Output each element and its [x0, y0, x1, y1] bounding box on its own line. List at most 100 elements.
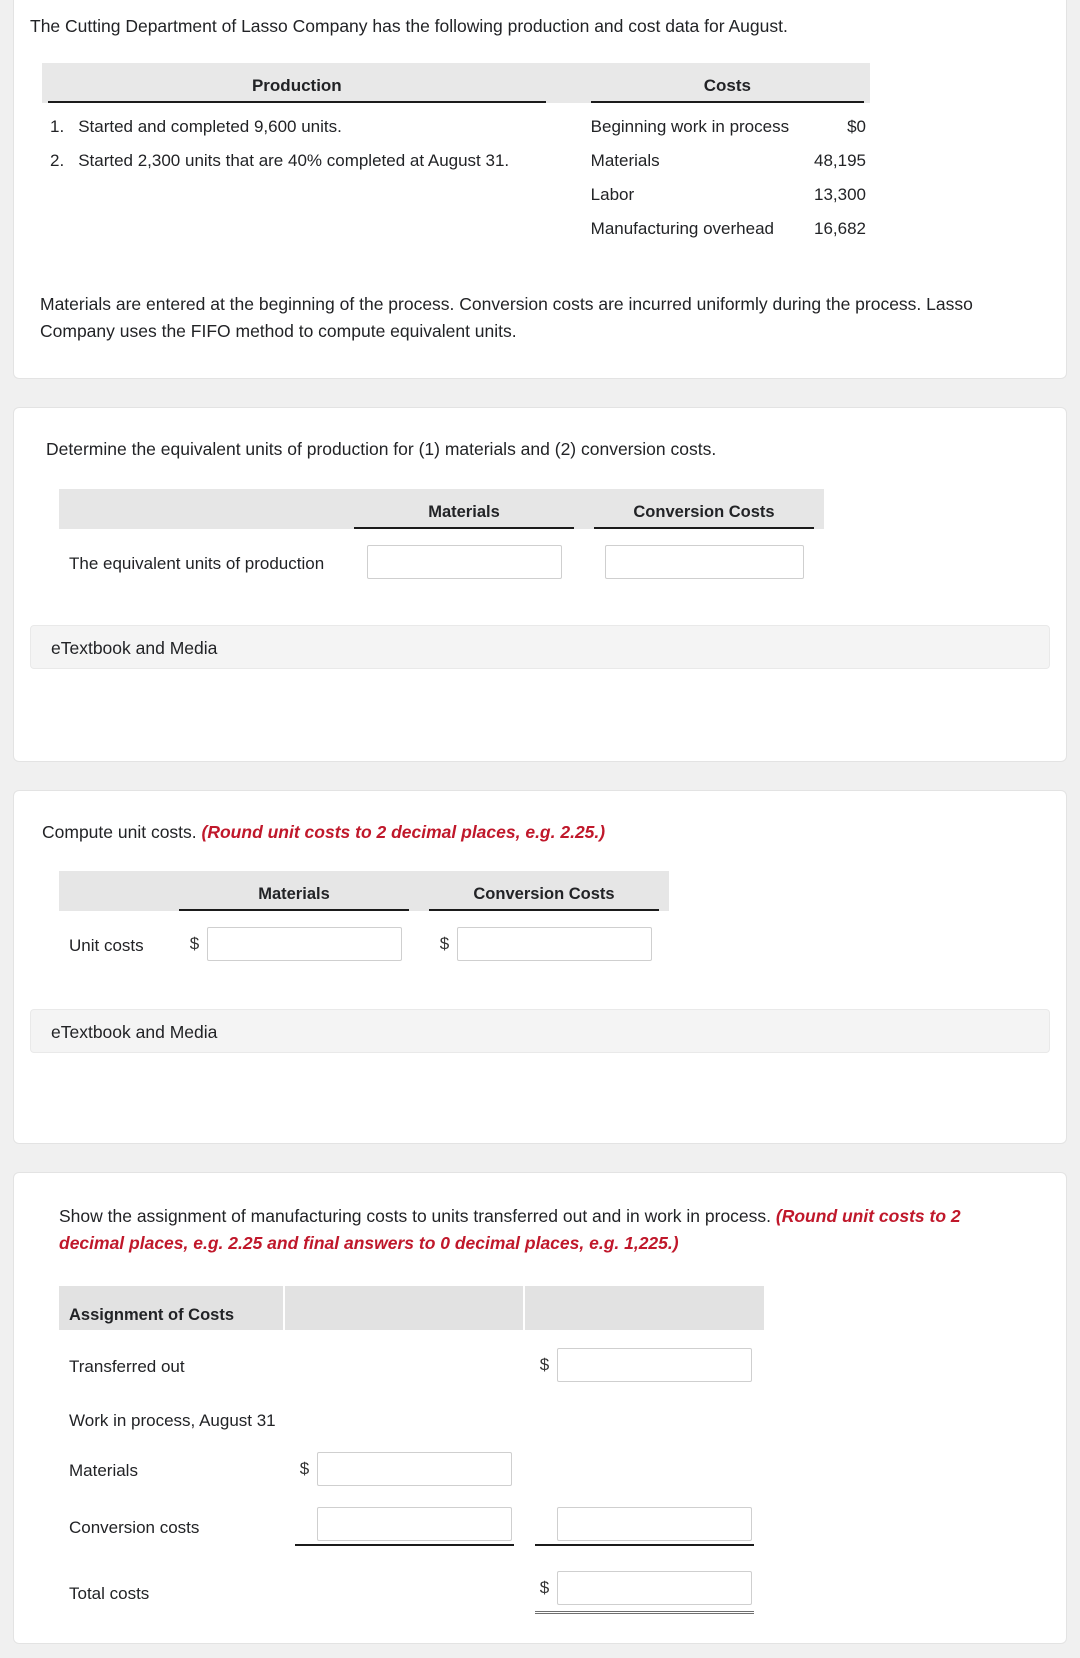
part2-header-row: Materials Conversion Costs — [59, 871, 669, 912]
part3-prompt-text: Show the assignment of manufacturing cos… — [59, 1206, 776, 1227]
wip-header-label: Work in process, August 31 — [69, 1410, 276, 1430]
production-cost-table: Production Costs 1. Started and complete… — [42, 63, 870, 239]
part2-etextbook-button[interactable]: eTextbook and Media — [30, 1009, 1050, 1054]
part3-card: Show the assignment of manufacturing cos… — [13, 1172, 1067, 1644]
wip-materials-label: Materials — [69, 1460, 138, 1480]
wip-materials-row: Materials $ — [59, 1432, 764, 1487]
assignment-of-costs-table: Assignment of Costs Transferred out $ Wo… — [59, 1285, 764, 1615]
cost-item-value: 13,300 — [814, 185, 866, 205]
transferred-out-label: Transferred out — [69, 1356, 185, 1376]
problem-card: The Cutting Department of Lasso Company … — [13, 0, 1067, 379]
part2-materials-header-cell: Materials — [169, 871, 419, 912]
part2-prompt-note: (Round unit costs to 2 decimal places, e… — [201, 822, 606, 843]
part1-row: The equivalent units of production — [59, 529, 824, 580]
total-costs-row: Total costs $ — [59, 1547, 764, 1615]
production-header-label: Production — [48, 76, 546, 104]
wip-conversion-mid-rule — [294, 1543, 514, 1546]
unit-cost-materials-input[interactable] — [206, 927, 402, 962]
wip-conversion-label: Conversion costs — [69, 1518, 200, 1538]
wip-conversion-right-rule — [534, 1543, 754, 1546]
transferred-out-input[interactable] — [556, 1347, 752, 1382]
part1-row-label: The equivalent units of production — [69, 554, 325, 574]
total-costs-label: Total costs — [69, 1584, 150, 1604]
dollar-sign-transferred-out: $ — [539, 1354, 550, 1374]
equivalent-units-conversion-input[interactable] — [604, 545, 804, 580]
table-row: Labor 13,300 — [42, 171, 870, 205]
part1-materials-input-cell — [344, 529, 584, 580]
wip-materials-input[interactable] — [316, 1451, 512, 1486]
cost-item-label: Materials — [590, 151, 660, 171]
part2-conversion-header-label: Conversion Costs — [429, 885, 659, 912]
equivalent-units-materials-input[interactable] — [366, 545, 562, 580]
part1-prompt: Determine the equivalent units of produc… — [46, 438, 717, 459]
part1-conversion-input-cell — [584, 529, 824, 580]
production-header-cell: Production — [42, 63, 552, 104]
problem-note: Materials are entered at the beginning o… — [40, 294, 973, 341]
part2-card: Compute unit costs. (Round unit costs to… — [13, 790, 1067, 1145]
cost-item-label: Manufacturing overhead — [590, 219, 774, 239]
total-costs-spacer — [284, 1547, 524, 1615]
production-item-text: Started 2,300 units that are 40% complet… — [78, 151, 510, 171]
dollar-sign-conversion: $ — [439, 934, 450, 954]
part2-etextbook-label: eTextbook and Media — [51, 1022, 218, 1043]
wip-conversion-row: Conversion costs $ $ — [59, 1487, 764, 1547]
part1-materials-header-label: Materials — [354, 503, 574, 530]
transferred-out-spacer — [284, 1330, 524, 1383]
assignment-title: Assignment of Costs — [59, 1285, 284, 1330]
gap-cell — [552, 137, 585, 171]
production-item-number: 2. — [50, 151, 65, 171]
part2-conversion-input-cell: $ — [419, 911, 669, 962]
table-row: 2. Started 2,300 units that are 40% comp… — [42, 137, 870, 171]
wip-materials-input-cell: $ — [284, 1432, 524, 1487]
part1-materials-header-cell: Materials — [344, 489, 584, 530]
part2-row-label: Unit costs — [69, 936, 144, 956]
table-header-row: Production Costs — [42, 63, 870, 104]
costs-header-label: Costs — [590, 76, 864, 104]
production-item-number: 1. — [50, 117, 65, 137]
header-gap — [551, 63, 585, 104]
problem-intro: The Cutting Department of Lasso Company … — [30, 16, 788, 36]
costs-header-cell: Costs — [584, 63, 870, 104]
total-costs-input-cell: $ — [524, 1547, 764, 1615]
part2-blank-header — [59, 871, 169, 912]
wip-conversion-input[interactable] — [316, 1506, 512, 1541]
part1-conversion-header-label: Conversion Costs — [594, 503, 814, 530]
assignment-header-col2 — [283, 1285, 524, 1330]
total-costs-double-rule — [534, 1608, 754, 1614]
part1-etextbook-label: eTextbook and Media — [51, 638, 218, 659]
table-row: Manufacturing overhead 16,682 — [42, 205, 870, 239]
dollar-sign-materials: $ — [189, 934, 200, 954]
transferred-out-input-cell: $ — [524, 1330, 764, 1383]
assignment-header-row: Assignment of Costs — [59, 1285, 764, 1330]
part1-etextbook-button[interactable]: eTextbook and Media — [30, 625, 1050, 670]
part2-prompt-text: Compute unit costs. — [42, 822, 202, 843]
production-item-text: Started and completed 9,600 units. — [78, 117, 342, 137]
exercise-page: The Cutting Department of Lasso Company … — [0, 0, 1080, 1644]
part1-card: Determine the equivalent units of produc… — [13, 406, 1067, 763]
part2-row: Unit costs $ $ — [59, 911, 669, 962]
part1-header-row: Materials Conversion Costs — [59, 489, 824, 530]
cost-item-value: $0 — [847, 117, 866, 137]
part1-conversion-header-cell: Conversion Costs — [584, 489, 824, 530]
part2-prompt: Compute unit costs. (Round unit costs to… — [42, 819, 1066, 845]
wip-conversion-mid-cell: $ — [284, 1487, 524, 1547]
cost-item-label: Beginning work in process — [590, 117, 790, 137]
dollar-sign-wip-materials: $ — [299, 1458, 310, 1478]
dollar-sign-total-costs: $ — [539, 1577, 550, 1597]
cost-item-value: 48,195 — [814, 151, 866, 171]
cost-item-value: 16,682 — [814, 219, 866, 239]
part1-answer-table: Materials Conversion Costs The equivalen… — [59, 489, 824, 580]
transferred-out-row: Transferred out $ — [59, 1330, 764, 1383]
cost-item-label: Labor — [590, 185, 635, 205]
part2-materials-input-cell: $ — [169, 911, 419, 962]
part2-materials-header-label: Materials — [179, 885, 409, 912]
unit-cost-conversion-input[interactable] — [456, 927, 652, 962]
wip-subtotal-input[interactable] — [556, 1506, 752, 1541]
total-costs-input[interactable] — [556, 1570, 752, 1605]
part1-blank-header — [59, 489, 344, 530]
assignment-header-col3 — [523, 1285, 764, 1330]
part2-conversion-header-cell: Conversion Costs — [419, 871, 669, 912]
wip-header-row: Work in process, August 31 — [59, 1383, 764, 1432]
wip-materials-spacer — [524, 1432, 764, 1487]
part2-answer-table: Materials Conversion Costs Unit costs $ … — [59, 871, 669, 962]
